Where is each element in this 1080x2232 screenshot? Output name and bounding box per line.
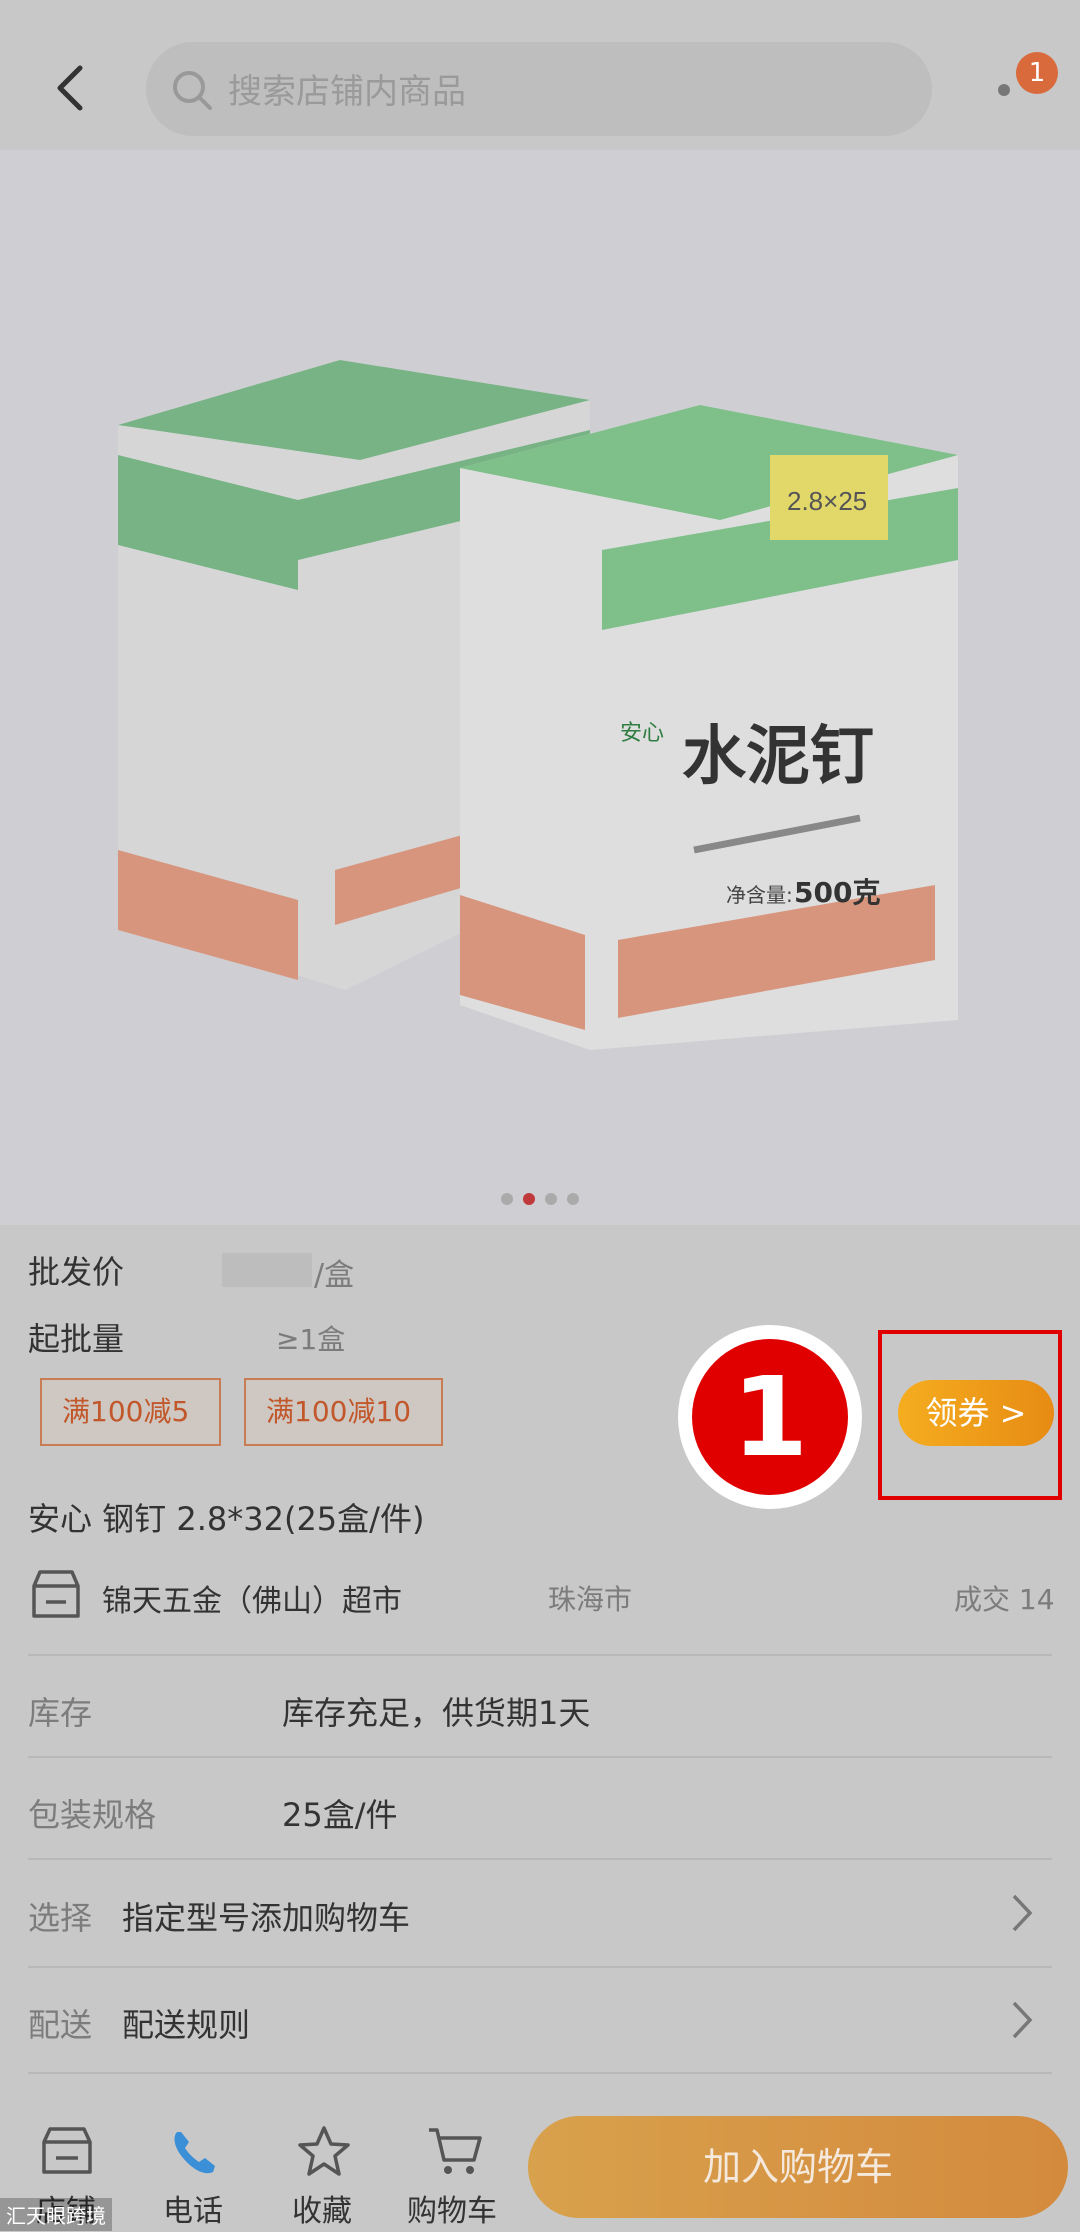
divider	[28, 1756, 1052, 1758]
more-icon[interactable]	[998, 84, 1010, 96]
search-placeholder: 搜索店铺内商品	[228, 72, 466, 112]
message-badge[interactable]: 1	[1016, 52, 1058, 94]
carousel-indicator	[0, 1190, 1080, 1209]
carousel-dot	[545, 1193, 557, 1205]
divider	[28, 2072, 1052, 2074]
delivery-value: 配送规则	[122, 2006, 251, 2044]
search-icon	[173, 71, 212, 110]
get-coupon-button[interactable]: 领券 >	[898, 1380, 1054, 1446]
chevron-right-icon	[1012, 2001, 1033, 2039]
cart-icon	[429, 2128, 482, 2174]
stock-value: 库存充足，供货期1天	[282, 1694, 591, 1732]
min-qty-label: 起批量	[28, 1320, 125, 1358]
store-name[interactable]: 锦天五金（佛山）超市	[102, 1576, 402, 1620]
package-value: 25盒/件	[282, 1796, 398, 1834]
coupon-tag-1[interactable]: 满100减5	[40, 1378, 222, 1446]
product-photo: 2.8×25 水泥钉 安心 净含量: 500克	[118, 360, 958, 1050]
chevron-right-icon	[1012, 1894, 1033, 1932]
divider	[28, 1966, 1052, 1968]
delivery-label: 配送	[28, 2006, 93, 2044]
star-icon	[298, 2126, 350, 2176]
coupon-tag-2[interactable]: 满100减10	[244, 1378, 444, 1446]
carousel-dot	[501, 1193, 513, 1205]
back-icon[interactable]	[50, 58, 90, 118]
search-input[interactable]: 搜索店铺内商品	[146, 42, 932, 136]
select-label: 选择	[28, 1899, 93, 1937]
add-to-cart-button[interactable]: 加入购物车	[528, 2116, 1068, 2218]
wholesale-price-label: 批发价	[28, 1253, 125, 1291]
box-brand: 安心	[620, 721, 664, 746]
carousel-dot-active	[523, 1193, 535, 1205]
select-value: 指定型号添加购物车	[122, 1899, 411, 1937]
phone-icon	[174, 2132, 215, 2174]
box-size-label: 2.8×25	[787, 486, 867, 516]
price-redacted	[222, 1253, 312, 1287]
step-marker: 1	[678, 1325, 862, 1509]
watermark: 汇天眼跨境	[0, 2198, 112, 2231]
stock-label: 库存	[28, 1694, 93, 1732]
package-label: 包装规格	[28, 1796, 157, 1834]
product-image[interactable]: 2.8×25 水泥钉 安心 净含量: 500克	[0, 150, 1080, 1225]
divider	[28, 1858, 1052, 1860]
deal-count: 成交 14	[954, 1583, 1055, 1616]
store-city: 珠海市	[548, 1583, 633, 1616]
divider	[28, 1654, 1052, 1656]
box-title: 水泥钉	[682, 720, 874, 794]
box-weight-label: 净含量:	[726, 883, 793, 907]
carousel-dot	[567, 1193, 579, 1205]
product-title: 安心 钢钉 2.8*32(25盒/件)	[28, 1500, 425, 1538]
price-unit: /盒	[314, 1258, 355, 1293]
store-icon	[32, 1570, 80, 1618]
min-qty-value: ≥1盒	[276, 1323, 346, 1356]
store-icon	[42, 2127, 92, 2174]
box-weight: 500克	[794, 876, 880, 909]
